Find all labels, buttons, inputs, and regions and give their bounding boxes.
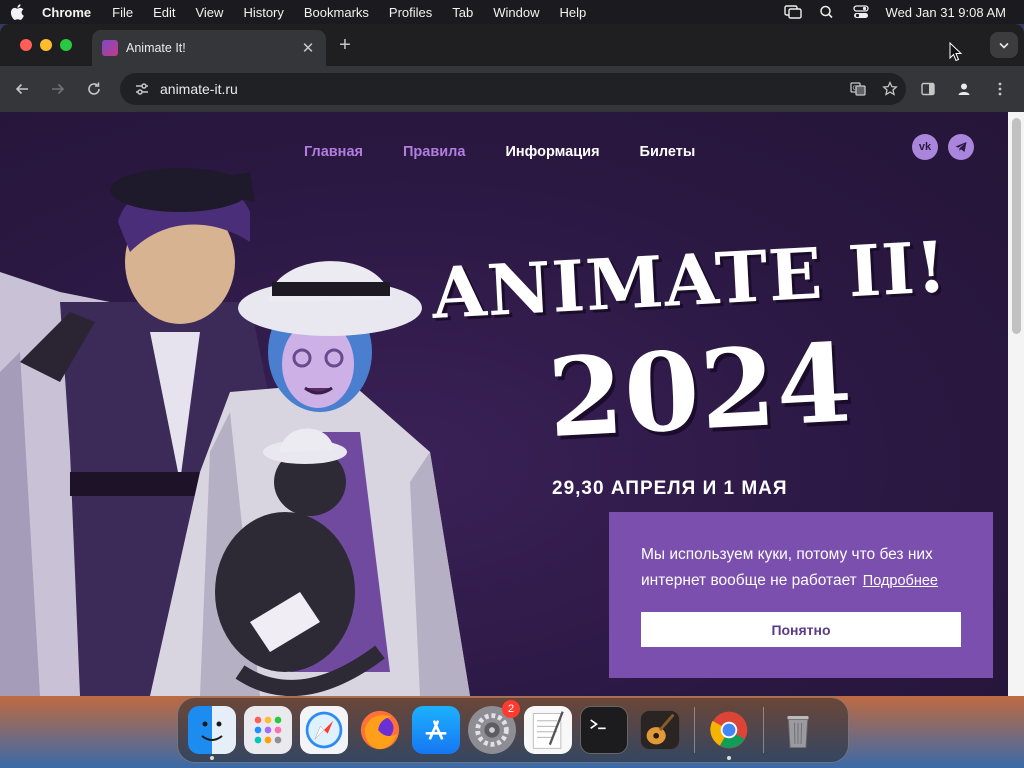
firefox-icon xyxy=(360,710,400,750)
menu-app-name[interactable]: Chrome xyxy=(34,5,102,20)
cookie-banner: Мы используем куки, потому что без них и… xyxy=(609,512,993,678)
arrow-right-icon xyxy=(52,83,65,95)
browser-window: Animate It! ✕ + animate-it.ru G Главная … xyxy=(0,24,1024,696)
profile-button[interactable] xyxy=(946,71,982,107)
address-bar[interactable]: animate-it.ru G xyxy=(120,73,906,105)
spotlight-search-icon[interactable] xyxy=(810,0,844,24)
chrome-icon xyxy=(710,711,748,749)
page-viewport: Главная Правила Информация Билеты vk ANI… xyxy=(0,112,1024,696)
profile-icon xyxy=(958,83,970,95)
screen-mirroring-icon[interactable] xyxy=(776,0,810,24)
page-scrollbar[interactable] xyxy=(1008,112,1024,696)
tab-search-button[interactable] xyxy=(990,32,1018,58)
side-panel-button[interactable] xyxy=(910,71,946,107)
cookie-accept-button[interactable]: Понятно xyxy=(641,612,961,647)
safari-compass-icon xyxy=(305,711,343,749)
bookmark-star-icon[interactable] xyxy=(874,73,906,105)
menu-edit[interactable]: Edit xyxy=(143,5,185,20)
dock-safari[interactable] xyxy=(300,706,348,754)
nav-link-rules[interactable]: Правила xyxy=(403,144,465,160)
textedit-icon xyxy=(532,711,564,749)
running-indicator xyxy=(727,756,731,760)
reload-icon xyxy=(88,82,100,95)
notification-badge: 2 xyxy=(502,700,520,718)
hero-title: ANIMATE II! 2024 xyxy=(430,225,974,462)
site-nav: Главная Правила Информация Билеты xyxy=(304,144,735,160)
site-info-icon[interactable] xyxy=(134,81,150,97)
menu-clock[interactable]: Wed Jan 31 9:08 AM xyxy=(878,5,1006,20)
menu-history[interactable]: History xyxy=(233,5,293,20)
nav-link-tickets[interactable]: Билеты xyxy=(640,144,696,160)
nav-link-home[interactable]: Главная xyxy=(304,144,363,160)
arrow-left-icon xyxy=(15,83,28,95)
kebab-menu-icon xyxy=(998,82,1002,96)
terminal-prompt-icon xyxy=(590,719,606,730)
control-center-icon[interactable] xyxy=(844,0,878,24)
menu-file[interactable]: File xyxy=(102,5,143,20)
trash-icon xyxy=(787,716,809,748)
dock-finder[interactable] xyxy=(188,706,236,760)
launchpad-icon xyxy=(254,716,282,744)
social-links: vk xyxy=(912,134,974,160)
web-page: Главная Правила Информация Билеты vk ANI… xyxy=(0,112,1008,696)
dock-chrome[interactable] xyxy=(705,706,753,760)
dock-garageband[interactable] xyxy=(636,706,684,754)
window-minimize-button[interactable] xyxy=(40,39,52,51)
side-panel-icon xyxy=(921,82,935,96)
tab-animate-it[interactable]: Animate It! ✕ xyxy=(92,30,326,66)
telegram-icon[interactable] xyxy=(948,134,974,160)
menu-profiles[interactable]: Profiles xyxy=(379,5,442,20)
forward-button[interactable] xyxy=(40,71,76,107)
window-close-button[interactable] xyxy=(20,39,32,51)
dock-terminal[interactable] xyxy=(580,706,628,754)
chrome-menu-button[interactable] xyxy=(982,71,1018,107)
translate-icon[interactable]: G xyxy=(842,73,874,105)
cookie-more-link[interactable]: Подробнее xyxy=(863,573,938,589)
running-indicator xyxy=(210,756,214,760)
menu-bar: Chrome File Edit View History Bookmarks … xyxy=(0,0,1024,24)
event-dates: 29,30 АПРЕЛЯ И 1 МАЯ xyxy=(552,478,788,499)
dock-trash[interactable] xyxy=(774,706,822,754)
dock: 2 xyxy=(177,697,849,763)
vk-icon-label: vk xyxy=(918,141,932,153)
svg-text:G: G xyxy=(853,85,858,92)
dock-system-settings[interactable]: 2 xyxy=(468,700,520,754)
apple-icon[interactable] xyxy=(0,0,34,24)
guitar-icon xyxy=(640,710,680,750)
new-tab-button[interactable]: + xyxy=(336,34,354,57)
vk-icon[interactable]: vk xyxy=(912,134,938,160)
site-favicon-icon xyxy=(102,40,118,56)
menu-help[interactable]: Help xyxy=(550,5,597,20)
menu-tab[interactable]: Tab xyxy=(442,5,483,20)
back-button[interactable] xyxy=(4,71,40,107)
window-controls xyxy=(20,39,72,51)
url-text[interactable]: animate-it.ru xyxy=(160,81,842,97)
hero-title-year: 2024 xyxy=(544,320,856,463)
scrollbar-thumb[interactable] xyxy=(1012,118,1021,334)
dock-firefox[interactable] xyxy=(356,706,404,754)
mouse-cursor-icon xyxy=(949,42,963,62)
dock-launchpad[interactable] xyxy=(244,706,292,754)
reload-button[interactable] xyxy=(76,71,112,107)
chevron-down-icon xyxy=(999,42,1009,49)
browser-toolbar: animate-it.ru G xyxy=(0,66,1024,112)
dock-textedit[interactable] xyxy=(524,706,572,754)
dock-separator xyxy=(694,707,695,753)
cookie-text-block: Мы используем куки, потому что без них и… xyxy=(641,542,961,594)
menu-window[interactable]: Window xyxy=(483,5,549,20)
app-store-icon xyxy=(425,720,447,740)
tab-close-icon[interactable]: ✕ xyxy=(300,39,316,57)
menu-view[interactable]: View xyxy=(185,5,233,20)
finder-icon xyxy=(201,721,223,741)
nav-link-info[interactable]: Информация xyxy=(505,144,599,160)
window-maximize-button[interactable] xyxy=(60,39,72,51)
tab-strip: Animate It! ✕ + xyxy=(0,24,1024,66)
dock-app-store[interactable] xyxy=(412,706,460,754)
tab-title: Animate It! xyxy=(126,41,186,55)
dock-separator xyxy=(763,707,764,753)
menu-bookmarks[interactable]: Bookmarks xyxy=(294,5,379,20)
